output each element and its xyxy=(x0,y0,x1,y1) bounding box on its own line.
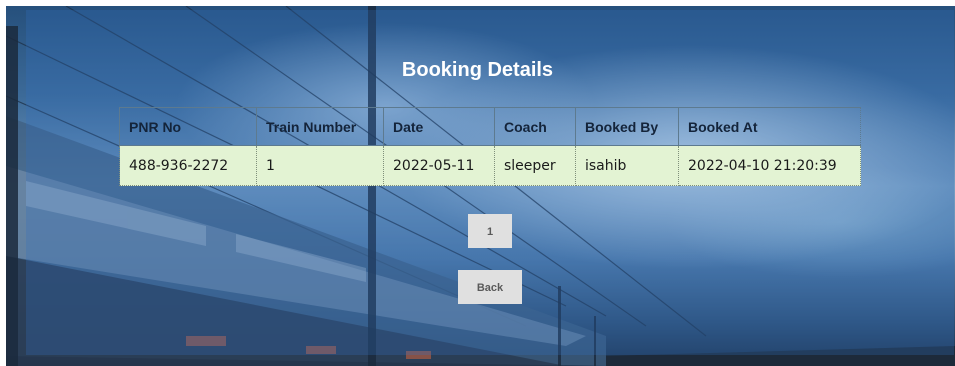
table-row: 488-936-2272 1 2022-05-11 sleeper isahib… xyxy=(119,145,861,186)
column-header-pnr: PNR No xyxy=(119,107,257,146)
cell-date: 2022-05-11 xyxy=(383,145,495,186)
column-header-date: Date xyxy=(383,107,495,146)
page: Booking Details PNR No Train Number Date… xyxy=(0,0,955,366)
booking-table: PNR No Train Number Date Coach Booked By… xyxy=(119,107,861,186)
cell-booked-by: isahib xyxy=(575,145,679,186)
column-header-booked-at: Booked At xyxy=(678,107,861,146)
table-header-row: PNR No Train Number Date Coach Booked By… xyxy=(119,107,861,146)
cell-pnr: 488-936-2272 xyxy=(119,145,257,186)
cell-coach: sleeper xyxy=(494,145,576,186)
page-title: Booking Details xyxy=(401,59,554,81)
column-header-coach: Coach xyxy=(494,107,576,146)
column-header-booked-by: Booked By xyxy=(575,107,679,146)
page-1-button[interactable]: 1 xyxy=(468,214,512,248)
cell-train-number: 1 xyxy=(256,145,384,186)
back-button[interactable]: Back xyxy=(458,270,522,304)
column-header-train-number: Train Number xyxy=(256,107,384,146)
cell-booked-at: 2022-04-10 21:20:39 xyxy=(678,145,861,186)
